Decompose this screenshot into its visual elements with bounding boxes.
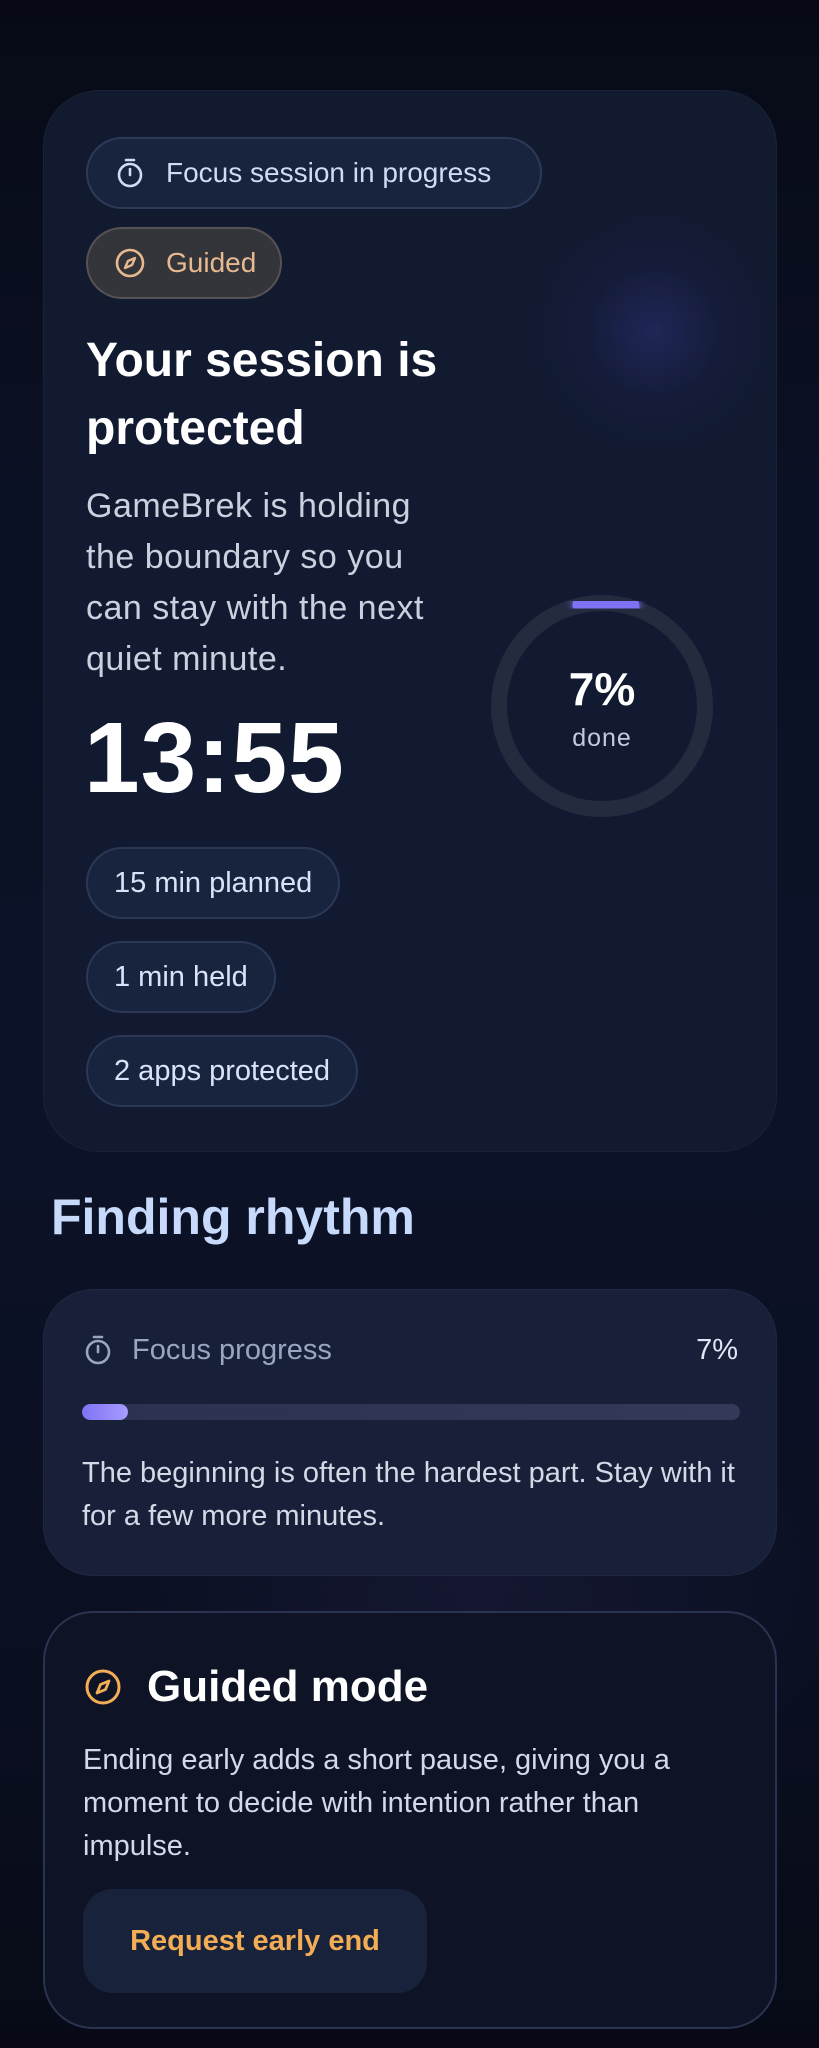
progress-bar-fill (82, 1404, 129, 1420)
mode-label: Guided (166, 247, 257, 278)
session-description: GameBrek is holding the boundary so you … (86, 487, 424, 678)
focus-progress-value: 7% (696, 1333, 738, 1366)
progress-bar (82, 1404, 740, 1420)
section-title: Finding rhythm (51, 1189, 415, 1245)
mode-badge: Guided (86, 227, 282, 299)
guided-mode-card: Guided mode Ending early adds a short pa… (43, 1611, 777, 2029)
focus-progress-card: Focus progress 7% The beginning is often… (43, 1289, 777, 1576)
focus-progress-label: Focus progress (132, 1333, 332, 1366)
guided-mode-title: Guided mode (147, 1662, 429, 1711)
session-card: Focus session in progress Guided Your se… (43, 90, 777, 1152)
session-status-badge: Focus session in progress (86, 137, 542, 209)
progress-ring-caption: done (572, 724, 632, 752)
compass-icon (115, 248, 145, 278)
encouragement-text: The beginning is often the hardest part.… (82, 1457, 735, 1532)
progress-ring-value: 7% (568, 663, 636, 715)
planned-chip: 15 min planned (86, 847, 341, 919)
compass-icon (85, 1669, 121, 1705)
stopwatch-icon (85, 1335, 111, 1365)
guided-mode-text: Ending early adds a short pause, giving … (83, 1744, 670, 1862)
progress-ring: 7% done (482, 586, 722, 826)
request-early-end-button[interactable]: Request early end (83, 1889, 427, 1993)
progress-ring-arc (572, 592, 640, 618)
page-title: Your session is protected (86, 334, 438, 455)
stopwatch-icon (117, 158, 143, 188)
apps-protected-chip: 2 apps protected (86, 1035, 359, 1107)
decorative-glow (514, 191, 776, 471)
countdown-timer: 13:55 (84, 702, 345, 814)
held-chip: 1 min held (86, 941, 276, 1013)
session-status-label: Focus session in progress (166, 157, 492, 188)
